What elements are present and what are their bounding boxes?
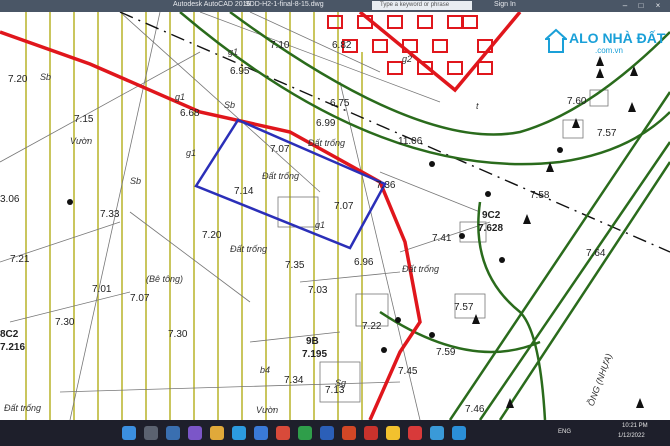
- chrome-icon[interactable]: [386, 426, 400, 440]
- svg-text:(Bê tông): (Bê tông): [146, 274, 183, 284]
- powerpoint-icon[interactable]: [342, 426, 356, 440]
- svg-text:9B: 9B: [306, 336, 319, 347]
- svg-text:Sg: Sg: [335, 378, 346, 388]
- task-view-icon[interactable]: [166, 426, 180, 440]
- language-indicator[interactable]: ENG: [558, 429, 571, 435]
- mail-icon[interactable]: [276, 426, 290, 440]
- clock-date[interactable]: 1/12/2022: [618, 433, 645, 439]
- word-icon[interactable]: [320, 426, 334, 440]
- house-logo-icon: [545, 28, 567, 53]
- svg-text:7.30: 7.30: [55, 317, 75, 328]
- svg-text:7.216: 7.216: [0, 342, 25, 353]
- svg-text:7.20: 7.20: [8, 74, 28, 85]
- svg-text:6.95: 6.95: [230, 66, 250, 77]
- svg-text:6.75: 6.75: [330, 98, 350, 109]
- svg-text:7.58: 7.58: [530, 190, 550, 201]
- search-input[interactable]: Type a keyword or phrase: [372, 1, 472, 10]
- svg-text:Đất trống: Đất trống: [4, 403, 41, 413]
- svg-text:7.21: 7.21: [10, 254, 30, 265]
- svg-text:9C2: 9C2: [482, 210, 501, 221]
- svg-text:6.96: 6.96: [354, 257, 374, 268]
- svg-text:7.33: 7.33: [100, 209, 120, 220]
- app-icon-blue[interactable]: [452, 426, 466, 440]
- svg-text:7.14: 7.14: [234, 186, 254, 197]
- store-icon[interactable]: [254, 426, 268, 440]
- watermark-domain: .com.vn: [595, 46, 624, 55]
- svg-text:7.59: 7.59: [436, 347, 456, 358]
- svg-text:Vườn: Vườn: [256, 405, 278, 415]
- svg-text:7.03: 7.03: [308, 285, 328, 296]
- svg-text:Sb: Sb: [40, 72, 51, 82]
- svg-text:Đất trống: Đất trống: [308, 138, 345, 148]
- svg-text:7.36: 7.36: [376, 180, 396, 191]
- svg-text:7.07: 7.07: [270, 144, 290, 155]
- svg-text:6.99: 6.99: [316, 118, 336, 129]
- svg-text:6.68: 6.68: [180, 108, 200, 119]
- svg-text:ỒNG (NHỰA): ỒNG (NHỰA): [585, 352, 614, 408]
- search-icon[interactable]: [144, 426, 158, 440]
- autocad-icon[interactable]: [364, 426, 378, 440]
- svg-text:7.07: 7.07: [334, 201, 354, 212]
- svg-text:11.06: 11.06: [398, 136, 423, 147]
- clock-time[interactable]: 10:21 PM: [622, 423, 648, 429]
- edge-icon[interactable]: [232, 426, 246, 440]
- svg-text:7.57: 7.57: [597, 128, 617, 139]
- windows-start-icon[interactable]: [122, 426, 136, 440]
- zalo-icon[interactable]: [430, 426, 444, 440]
- chat-icon[interactable]: [188, 426, 202, 440]
- maximize-icon[interactable]: □: [633, 0, 649, 12]
- svg-text:t: t: [476, 101, 479, 111]
- cad-drawing: 7.20 7.15 7.33 7.01 7.07 7.30 7.30 7.21 …: [0, 12, 670, 420]
- title-bar: Autodesk AutoCAD 2016 SDD-H2-1-final-8-1…: [0, 0, 670, 12]
- svg-text:g1: g1: [186, 148, 196, 158]
- app-icon-red[interactable]: [408, 426, 422, 440]
- svg-text:g1: g1: [228, 47, 238, 57]
- svg-text:b4: b4: [260, 365, 270, 375]
- svg-text:7.60: 7.60: [567, 96, 587, 107]
- svg-text:7.30: 7.30: [168, 329, 188, 340]
- svg-text:7.22: 7.22: [362, 321, 382, 332]
- watermark-brand: ALO NHÀ ĐẤT: [569, 30, 666, 46]
- svg-text:Sb: Sb: [130, 176, 141, 186]
- svg-text:7.10: 7.10: [270, 40, 290, 51]
- red-hatch-squares: [327, 15, 493, 75]
- svg-text:7.34: 7.34: [284, 375, 304, 386]
- taskbar: ENG 10:21 PM 1/12/2022: [0, 420, 670, 446]
- svg-text:Đất trống: Đất trống: [402, 264, 439, 274]
- sign-in-link[interactable]: Sign In: [494, 1, 516, 8]
- svg-text:7.07: 7.07: [130, 293, 150, 304]
- file-name: SDD-H2-1-final-8-15.dwg: [245, 1, 324, 8]
- minimize-icon[interactable]: –: [617, 0, 633, 12]
- svg-text:7.57: 7.57: [454, 302, 474, 313]
- svg-text:g2: g2: [402, 54, 412, 64]
- excel-icon[interactable]: [298, 426, 312, 440]
- svg-text:g1: g1: [315, 220, 325, 230]
- svg-text:7.46: 7.46: [465, 404, 485, 415]
- svg-text:Vườn: Vườn: [70, 136, 92, 146]
- svg-text:7.20: 7.20: [202, 230, 222, 241]
- tree-symbols: [67, 56, 644, 408]
- svg-text:Đất trống: Đất trống: [230, 244, 267, 254]
- svg-text:8C2: 8C2: [0, 329, 19, 340]
- svg-text:7.35: 7.35: [285, 260, 305, 271]
- svg-text:7.15: 7.15: [74, 114, 94, 125]
- svg-text:7.195: 7.195: [302, 349, 327, 360]
- svg-text:7.45: 7.45: [398, 366, 418, 377]
- svg-text:7.01: 7.01: [92, 284, 112, 295]
- svg-text:g1: g1: [175, 92, 185, 102]
- svg-text:7.41: 7.41: [432, 233, 452, 244]
- svg-text:Sb: Sb: [224, 100, 235, 110]
- svg-text:6.82: 6.82: [332, 40, 352, 51]
- drawing-canvas[interactable]: 7.20 7.15 7.33 7.01 7.07 7.30 7.30 7.21 …: [0, 12, 670, 420]
- alonhadat-watermark: ALO NHÀ ĐẤT .com.vn: [545, 28, 665, 64]
- svg-text:7.64: 7.64: [586, 248, 606, 259]
- close-icon[interactable]: ×: [650, 0, 666, 12]
- svg-text:7.628: 7.628: [478, 223, 503, 234]
- svg-text:3.06: 3.06: [0, 194, 20, 205]
- svg-text:Đất trống: Đất trống: [262, 171, 299, 181]
- file-explorer-icon[interactable]: [210, 426, 224, 440]
- app-title: Autodesk AutoCAD 2016: [173, 1, 251, 8]
